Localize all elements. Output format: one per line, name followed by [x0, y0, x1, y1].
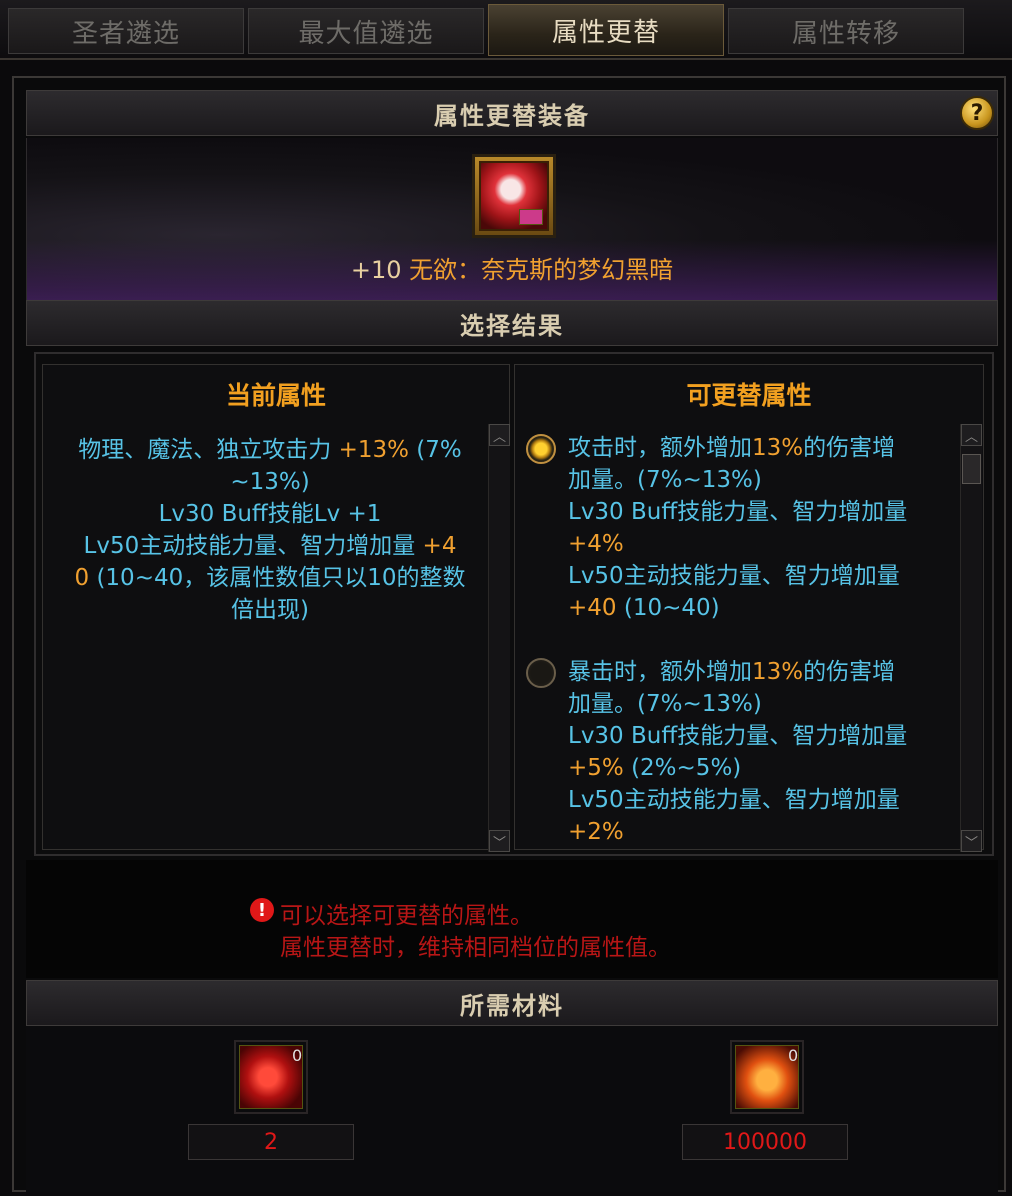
tab-attribute-replace[interactable]: 属性更替	[488, 4, 724, 56]
warning-line-2: 属性更替时，维持相同档位的属性值。	[280, 935, 671, 961]
warning-icon: !	[250, 898, 274, 922]
attr-line: 0 (10~40，该属性数值只以10的整数	[74, 565, 466, 591]
equipment-name: +10 无欲：奈克斯的梦幻黑暗	[26, 250, 998, 285]
tab-saint-selection[interactable]: 圣者遴选	[8, 8, 244, 54]
equipment-image	[479, 161, 549, 231]
scroll-up-icon[interactable]: ︿	[489, 424, 510, 446]
scroll-up-icon[interactable]: ︿	[961, 424, 982, 446]
materials-section-header: 所需材料	[26, 980, 998, 1026]
option-text: 攻击时，额外增加13%的伤害增 加量。(7%~13%) Lv30 Buff技能力…	[568, 435, 908, 621]
material-required-qty: 2	[188, 1124, 354, 1160]
help-icon[interactable]: ?	[960, 96, 994, 130]
equip-section-header: 属性更替装备	[26, 90, 998, 136]
attr-line: Lv30 Buff技能Lv +1	[158, 501, 382, 527]
equipment-level: +10	[350, 256, 402, 284]
option-text: 暴击时，额外增加13%的伤害增 加量。(7%~13%) Lv30 Buff技能力…	[568, 659, 908, 845]
material-owned-count: 0	[788, 1046, 799, 1065]
current-attr-text: 物理、魔法、独立攻击力 +13% (7% ~13%) Lv30 Buff技能Lv…	[56, 434, 484, 626]
attr-line: Lv50主动技能力量、智力增加量 +4	[83, 533, 457, 559]
radio-selected-icon[interactable]	[526, 434, 556, 464]
current-attr-title: 当前属性	[225, 381, 326, 410]
warning-line-1: 可以选择可更替的属性。	[280, 903, 533, 929]
scroll-thumb[interactable]	[962, 454, 981, 484]
scroll-down-icon[interactable]: ﹀	[489, 830, 510, 852]
material-required-qty: 100000	[682, 1124, 848, 1160]
result-section-header: 选择结果	[26, 300, 998, 346]
scroll-down-icon[interactable]: ﹀	[961, 830, 982, 852]
tab-attribute-transfer[interactable]: 属性转移	[728, 8, 964, 54]
radio-unselected-icon[interactable]	[526, 658, 556, 688]
tab-bar: 圣者遴选 最大值遴选 属性更替 属性转移	[0, 0, 1012, 60]
equipment-title: 无欲：奈克斯的梦幻黑暗	[409, 256, 674, 284]
nex-dream-darkness-icon[interactable]	[472, 154, 556, 238]
materials-area	[26, 1026, 998, 1192]
attr-line: 物理、魔法、独立攻击力 +13% (7%	[78, 437, 462, 463]
material-owned-count: 0	[292, 1046, 303, 1065]
current-attr-scrollbar[interactable]: ︿ ﹀	[488, 424, 510, 852]
replace-attr-title: 可更替属性	[686, 381, 812, 410]
tab-max-value-selection[interactable]: 最大值遴选	[248, 8, 484, 54]
attr-line: 倍出现)	[231, 597, 309, 623]
attr-line: ~13%)	[230, 469, 310, 495]
